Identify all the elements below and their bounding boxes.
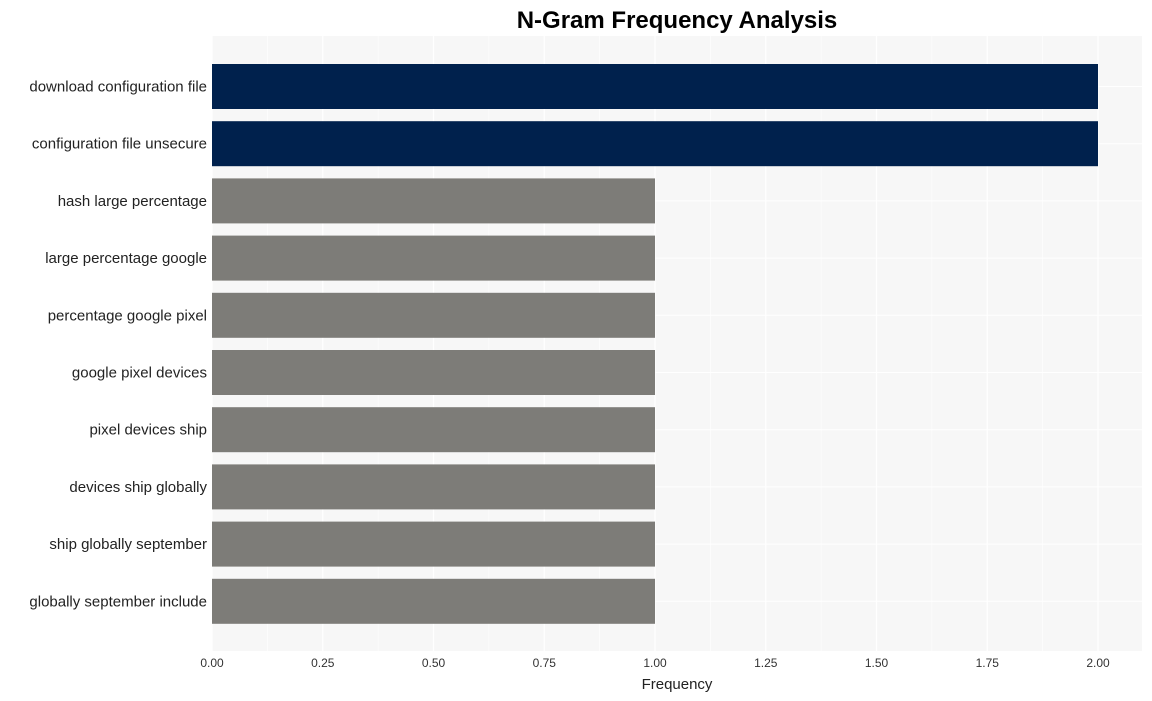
bar bbox=[212, 292, 655, 338]
y-tick-label: configuration file unsecure bbox=[32, 136, 207, 153]
bar bbox=[212, 407, 655, 453]
y-tick-label: hash large percentage bbox=[58, 193, 207, 210]
x-tick-label: 0.00 bbox=[200, 656, 224, 670]
y-tick-label: google pixel devices bbox=[72, 365, 207, 382]
x-tick-label: 1.50 bbox=[865, 656, 889, 670]
x-tick-label: 1.75 bbox=[976, 656, 1000, 670]
y-tick-label: ship globally september bbox=[49, 536, 207, 553]
x-tick-label: 0.75 bbox=[533, 656, 557, 670]
bar bbox=[212, 64, 1098, 109]
bar bbox=[212, 521, 655, 567]
x-axis-label: Frequency bbox=[642, 676, 713, 693]
x-tick-label: 0.25 bbox=[311, 656, 335, 670]
bar bbox=[212, 578, 655, 624]
y-tick-label: devices ship globally bbox=[69, 479, 207, 496]
y-tick-label: pixel devices ship bbox=[89, 422, 207, 439]
y-tick-label: globally september include bbox=[29, 593, 207, 610]
y-tick-label: percentage google pixel bbox=[48, 307, 207, 324]
x-tick-label: 0.50 bbox=[422, 656, 446, 670]
chart-title: N-Gram Frequency Analysis bbox=[517, 7, 838, 34]
bar bbox=[212, 350, 655, 395]
x-axis-ticks: 0.00 0.25 0.50 0.75 1.00 1.25 1.50 1.75 2.00 bbox=[200, 656, 1110, 670]
bar bbox=[212, 178, 655, 224]
bar bbox=[212, 235, 655, 281]
x-tick-label: 1.25 bbox=[754, 656, 778, 670]
y-tick-label: large percentage google bbox=[45, 250, 207, 267]
y-tick-label: download configuration file bbox=[29, 79, 207, 96]
bar bbox=[212, 121, 1098, 167]
x-tick-label: 1.00 bbox=[643, 656, 667, 670]
y-axis-labels: download configuration file configuration… bbox=[29, 79, 207, 611]
ngram-bar-chart: N-Gram Frequency Analysis download confi… bbox=[29, 7, 1142, 693]
x-tick-label: 2.00 bbox=[1086, 656, 1110, 670]
bar bbox=[212, 464, 655, 510]
